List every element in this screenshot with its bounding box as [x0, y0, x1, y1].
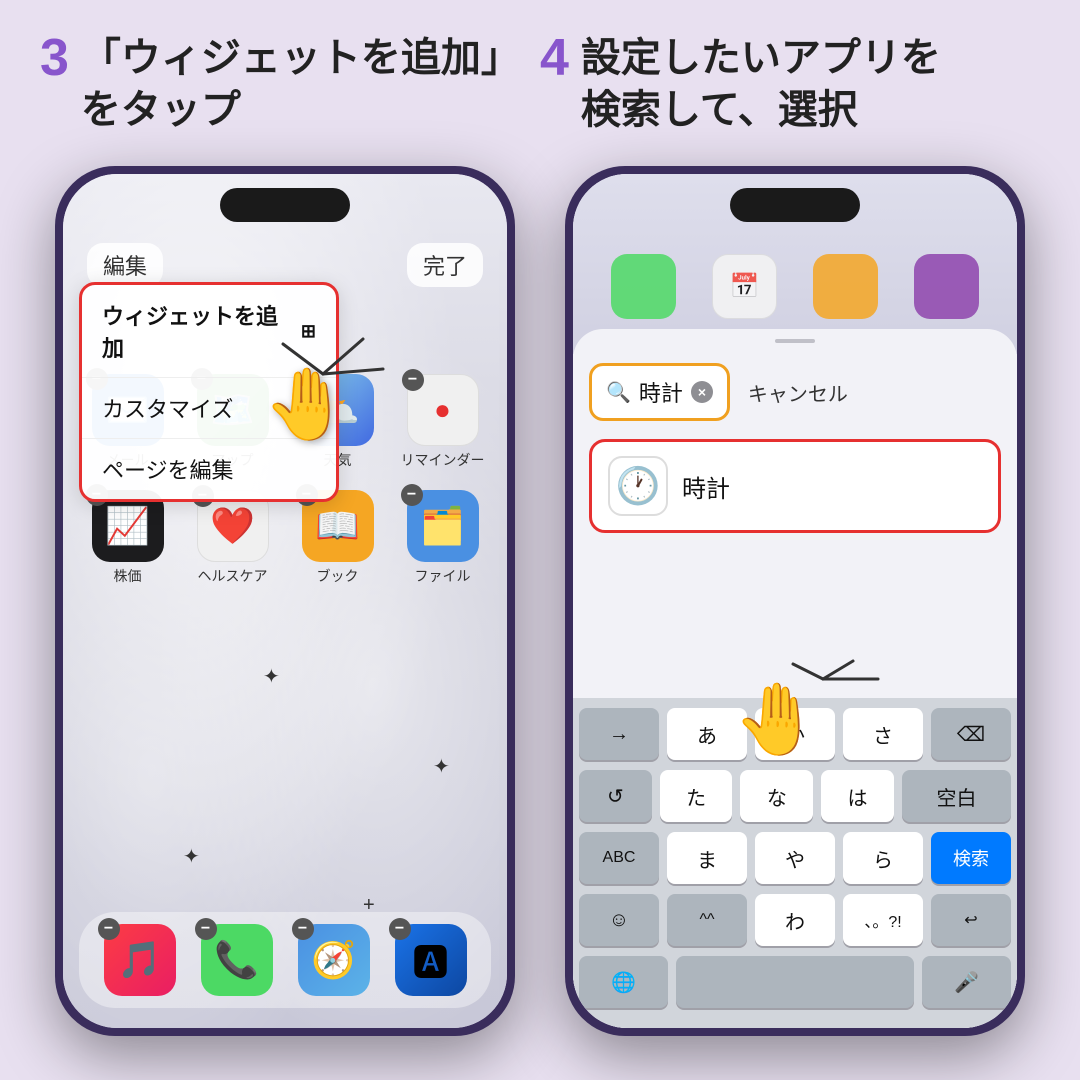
mic-key[interactable]: 🎤	[922, 956, 1011, 1008]
health-icon: ❤️	[210, 505, 255, 547]
emoji-key[interactable]: ☺	[579, 894, 659, 946]
search-clear-btn[interactable]: ×	[691, 381, 713, 403]
search-key[interactable]: 検索	[931, 832, 1011, 884]
enter-key[interactable]: ↩	[931, 894, 1011, 946]
kana-space[interactable]	[676, 956, 914, 1008]
globe-key[interactable]: 🌐	[579, 956, 668, 1008]
blur-app-1	[611, 254, 676, 319]
app-row-2: − 📈 株価 − ❤️ ヘルスケア	[75, 490, 495, 586]
files-label: ファイル	[415, 566, 471, 586]
search-bar[interactable]: 🔍 時計 ×	[589, 363, 730, 421]
wa-key[interactable]: わ	[755, 894, 835, 946]
search-icon: 🔍	[606, 380, 631, 405]
safari-dock[interactable]: − 🧭	[298, 924, 370, 996]
health-app[interactable]: − ❤️ ヘルスケア	[188, 490, 278, 586]
appstore-icon: 🅰	[412, 934, 448, 986]
safari-icon: 🧭	[311, 939, 356, 981]
books-label: ブック	[317, 566, 359, 586]
ma-key[interactable]: ま	[667, 832, 747, 884]
minus-badge: −	[195, 918, 217, 940]
edit-button[interactable]: 編集	[87, 243, 163, 287]
phones-container: 編集 完了 ウィジェットを追加 ⊞ カスタマイズ ページを編集	[0, 166, 1080, 1036]
result-label: 時計	[682, 469, 730, 504]
appstore-dock[interactable]: − 🅰	[395, 924, 467, 996]
abc-key[interactable]: ABC	[579, 832, 659, 884]
step4-title: 設定したいアプリを検索して、選択	[581, 32, 941, 136]
dynamic-island-1	[220, 188, 350, 222]
health-label: ヘルスケア	[198, 566, 268, 586]
phone2-inner: 📅 🔍 時計 ×	[573, 174, 1017, 1028]
ya-key[interactable]: や	[755, 832, 835, 884]
phone1-screen: 編集 完了 ウィジェットを追加 ⊞ カスタマイズ ページを編集	[63, 174, 507, 1028]
minus-badge: −	[401, 484, 423, 506]
customize-label: カスタマイズ	[102, 392, 233, 424]
minus-badge: −	[98, 918, 120, 940]
undo-key[interactable]: ↺	[579, 770, 652, 822]
stocks-app[interactable]: − 📈 株価	[83, 490, 173, 586]
step4-block: 4 設定したいアプリを検索して、選択	[540, 32, 1040, 136]
done-button[interactable]: 完了	[407, 243, 483, 287]
edit-page-item[interactable]: ページを編集	[82, 439, 336, 499]
blur-app-3	[813, 254, 878, 319]
minus-badge: −	[292, 918, 314, 940]
widget-panel: 🔍 時計 × キャンセル 🕐 時計	[573, 329, 1017, 1028]
punct-key[interactable]: 、。?!	[843, 894, 923, 946]
sparkle-3: ✦	[183, 844, 200, 869]
reminders-label: リマインダー	[401, 450, 485, 470]
files-app[interactable]: − 🗂️ ファイル	[398, 490, 488, 586]
sparkle-2: ✦	[433, 754, 450, 779]
phone1: 編集 完了 ウィジェットを追加 ⊞ カスタマイズ ページを編集	[55, 166, 515, 1036]
dock: − 🎵 − 📞 − 🧭 − 🅰	[79, 912, 491, 1008]
kb-row-2: ABC ま や ら 検索	[579, 832, 1011, 884]
kb-row-3: ☺ ^^ わ 、。?! ↩	[579, 894, 1011, 946]
music-dock[interactable]: − 🎵	[104, 924, 176, 996]
tap-hand-2: 🤚	[733, 679, 820, 761]
phone2: 📅 🔍 時計 ×	[565, 166, 1025, 1036]
books-icon: 📖	[315, 505, 360, 547]
blur-app-2: 📅	[712, 254, 777, 319]
tap-hand-1: 🤚	[263, 364, 350, 446]
arrow-key[interactable]: →	[579, 708, 659, 760]
phone2-screen: 📅 🔍 時計 ×	[573, 174, 1017, 1028]
search-bar-container: 🔍 時計 × キャンセル	[573, 343, 1017, 431]
ra-key[interactable]: ら	[843, 832, 923, 884]
minus-badge: −	[389, 918, 411, 940]
clock-icon: 🕐	[608, 456, 668, 516]
step3-title: 「ウィジェットを追加」をタップ	[81, 32, 521, 136]
edit-page-label: ページを編集	[102, 453, 234, 485]
search-result-item[interactable]: 🕐 時計	[589, 439, 1001, 533]
stocks-icon: 📈	[105, 505, 150, 547]
step4-number: 4	[540, 32, 569, 84]
files-icon: 🗂️	[420, 505, 465, 547]
phone-dock[interactable]: − 📞	[201, 924, 273, 996]
kb-row-4: 🌐 🎤	[579, 956, 1011, 1008]
step3-number: 3	[40, 32, 69, 84]
stocks-label: 株価	[114, 566, 142, 586]
search-bar-row: 🔍 時計 × キャンセル	[589, 363, 1001, 421]
hat-key[interactable]: ^^	[667, 894, 747, 946]
calendar-icon: 📅	[713, 255, 776, 318]
ta-key[interactable]: た	[660, 770, 733, 822]
dynamic-island-2	[730, 188, 860, 222]
delete-key[interactable]: ⌫	[931, 708, 1011, 760]
reminders-icon: ●	[434, 394, 451, 426]
step3-block: 3 「ウィジェットを追加」をタップ	[40, 32, 540, 136]
cancel-btn[interactable]: キャンセル	[740, 378, 848, 407]
header: 3 「ウィジェットを追加」をタップ 4 設定したいアプリを検索して、選択	[0, 0, 1080, 156]
search-text[interactable]: 時計	[639, 376, 683, 408]
books-app[interactable]: − 📖 ブック	[293, 490, 383, 586]
blur-app-4	[914, 254, 979, 319]
music-icon: 🎵	[117, 939, 162, 981]
phone1-inner: 編集 完了 ウィジェットを追加 ⊞ カスタマイズ ページを編集	[63, 174, 507, 1028]
space-key[interactable]: 空白	[902, 770, 1011, 822]
sparkle-1: ✦	[263, 664, 280, 689]
phone-icon: 📞	[214, 939, 259, 981]
